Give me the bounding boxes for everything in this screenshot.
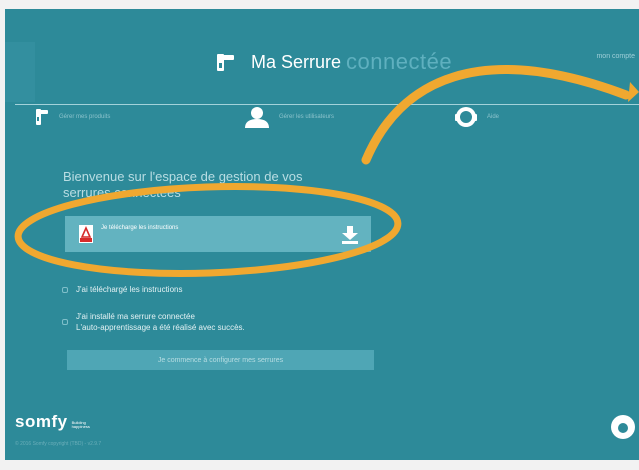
check-text: J'ai installé ma serrure connectée: [76, 312, 195, 321]
download-instructions-button[interactable]: Je télécharge les instructions: [65, 216, 371, 252]
lock-handle-icon: [217, 54, 234, 71]
user-icon: [245, 107, 269, 128]
header-side-panel: [5, 42, 35, 102]
start-config-button[interactable]: Je commence à configurer mes serrures: [67, 350, 374, 370]
check-text: L'auto-apprentissage a été réalisé avec …: [76, 323, 245, 332]
check-text: J'ai téléchargé les instructions: [76, 285, 183, 294]
pdf-icon: [79, 225, 93, 243]
logo-tag-line: happiness: [71, 424, 90, 429]
copyright: © 2016 Somfy copyright (TBD) - v2.9.7: [15, 441, 102, 447]
download-icon: [342, 226, 358, 244]
title-accent: connectée: [346, 49, 453, 74]
header: Ma Serrure connectée mon compte: [5, 9, 639, 109]
check-downloaded[interactable]: J'ai téléchargé les instructions: [62, 284, 182, 295]
nav-item-label: Aide: [487, 114, 500, 120]
welcome-text: Bienvenue sur l'espace de gestion de vos…: [63, 169, 303, 200]
lock-handle-icon: [36, 109, 48, 125]
somfy-logo: somfy Building happiness: [15, 412, 90, 432]
app-title: Ma Serrure connectée: [215, 49, 452, 75]
checkbox[interactable]: [62, 287, 68, 293]
app-window: Ma Serrure connectée mon compte Gérer me…: [5, 9, 639, 460]
logo-word: somfy: [15, 412, 68, 431]
help-headset-icon: [455, 107, 477, 127]
logo-tagline: Building happiness: [72, 421, 90, 429]
nav-item-products[interactable]: Gérer mes produits: [35, 104, 110, 130]
main-nav: Gérer mes produits Gérer les utilisateur…: [5, 104, 639, 130]
nav-item-label: Gérer mes produits: [59, 114, 111, 120]
account-link[interactable]: mon compte: [596, 53, 635, 60]
chat-icon[interactable]: [611, 415, 635, 439]
checkbox[interactable]: [62, 319, 68, 325]
nav-item-label: Gérer les utilisateurs: [279, 114, 335, 120]
title-main: Ma Serrure: [251, 51, 342, 72]
nav-item-users[interactable]: Gérer les utilisateurs: [245, 104, 334, 130]
check-installed[interactable]: J'ai installé ma serrure connectée L'aut…: [62, 311, 245, 333]
download-label: Je télécharge les instructions: [101, 225, 179, 231]
nav-item-help[interactable]: Aide: [455, 104, 499, 130]
